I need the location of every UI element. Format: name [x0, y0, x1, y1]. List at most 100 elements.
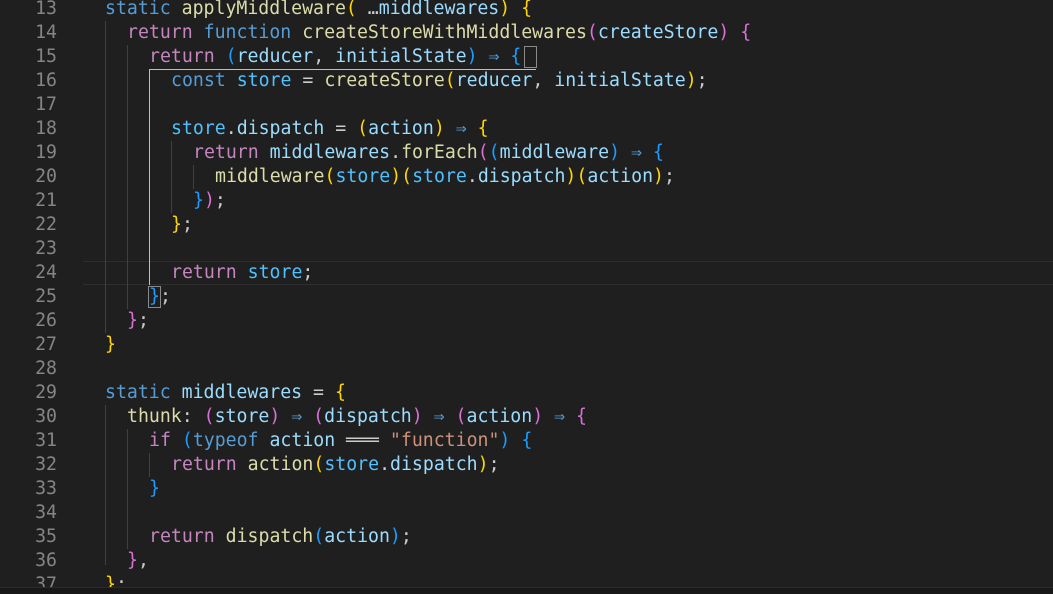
code-token: ; [302, 262, 314, 283]
line-code: const store = createStore(reducer, initi… [171, 69, 708, 93]
code-line[interactable]: 24 return store; [0, 261, 1053, 285]
line-code: }, [127, 549, 149, 573]
code-token: . [379, 454, 391, 475]
code-line[interactable]: 31 if (typeof action ═══ "function") { [0, 429, 1053, 453]
code-line[interactable]: 30 thunk: (store) ⇒ (dispatch) ⇒ (action)… [0, 405, 1053, 429]
code-token: { [477, 118, 489, 139]
code-token: ) [390, 166, 402, 187]
code-token: initialState [335, 46, 467, 67]
code-token: ) [718, 22, 730, 43]
code-token: action [466, 406, 533, 427]
code-line[interactable]: 25}; [0, 285, 1053, 309]
line-code: }; [171, 213, 193, 237]
code-line[interactable]: 20 middleware(store)(store.dispatch)(acti… [0, 165, 1053, 189]
code-token: dispatch [225, 526, 314, 547]
code-token: ) [477, 454, 489, 475]
code-token: createStore [324, 70, 445, 91]
line-code: static middlewares = { [105, 381, 346, 405]
line-code: }); [193, 189, 226, 213]
code-line[interactable]: 17 [0, 93, 1053, 117]
code-token: store [412, 166, 467, 187]
code-line[interactable]: 13 static applyMiddleware( …middlewares) … [0, 0, 1053, 21]
code-token: static [105, 0, 182, 19]
code-token: ( [181, 430, 193, 451]
line-code: return action(store.dispatch); [171, 453, 500, 477]
line-code: store.dispatch = (action) ⇒ { [171, 117, 489, 141]
code-token: ( [357, 118, 369, 139]
code-token: ) [499, 430, 511, 451]
line-number: 16 [35, 70, 57, 91]
code-token: store [214, 406, 270, 427]
horizontal-scrollbar[interactable] [0, 587, 1053, 594]
line-number: 18 [35, 118, 57, 139]
code-token: forEach [401, 142, 478, 163]
code-token: = [291, 70, 325, 91]
code-line[interactable]: 29 static middlewares = { [0, 381, 1053, 405]
code-line[interactable]: 18 store.dispatch = (action) ⇒ { [0, 117, 1053, 141]
code-token: action [269, 430, 336, 451]
code-line[interactable]: 16 const store = createStore(reducer, ini… [0, 69, 1053, 93]
code-token: dispatch [236, 118, 325, 139]
code-token: dispatch [477, 166, 566, 187]
line-number: 32 [35, 454, 57, 475]
code-line[interactable]: 19 return middlewares.forEach((middleware… [0, 141, 1053, 165]
code-token: store [335, 166, 391, 187]
code-line[interactable]: 22}; [0, 213, 1053, 237]
code-line[interactable]: 28 [0, 357, 1053, 381]
line-number: 28 [35, 358, 57, 379]
code-token: ( [225, 46, 237, 67]
code-token: } [127, 550, 138, 571]
code-token: ( [488, 142, 500, 163]
code-line[interactable]: 33} [0, 477, 1053, 501]
code-token: ( [576, 166, 588, 187]
code-token: ; [137, 310, 149, 331]
code-token: ( [203, 406, 215, 427]
code-token: = [302, 382, 335, 403]
code-line[interactable]: 26}; [0, 309, 1053, 333]
line-code: thunk: (store) ⇒ (dispatch) ⇒ (action) ⇒… [127, 405, 587, 429]
code-token: ) [565, 166, 577, 187]
code-token: middleware [499, 142, 610, 163]
code-line[interactable]: 21}); [0, 189, 1053, 213]
code-token: , [313, 46, 336, 67]
line-number: 30 [35, 406, 57, 427]
line-number: 25 [35, 286, 57, 307]
line-number: 14 [35, 22, 57, 43]
code-token: } [105, 334, 116, 355]
code-line[interactable]: 23 [0, 237, 1053, 261]
line-number: 22 [35, 214, 57, 235]
line-number: 24 [35, 262, 57, 283]
code-token: ) [532, 406, 544, 427]
code-token: ( [313, 526, 325, 547]
code-line[interactable]: 27} [0, 333, 1053, 357]
code-token: action [324, 526, 390, 547]
code-token: dispatch [390, 454, 478, 475]
code-token: ) [466, 46, 478, 67]
code-line[interactable]: 36}, [0, 549, 1053, 573]
code-line[interactable]: 35 return dispatch(action); [0, 525, 1053, 549]
code-token: ; [181, 214, 193, 235]
line-number: 27 [35, 334, 57, 355]
code-token: middlewares [181, 382, 303, 403]
code-token: , [532, 70, 555, 91]
code-token: const [171, 70, 237, 91]
code-token: ( [401, 166, 413, 187]
code-token: return [193, 142, 270, 163]
line-number: 13 [35, 0, 57, 19]
code-line[interactable]: 14 return function createStoreWithMiddlew… [0, 21, 1053, 45]
code-token: dispatch [324, 406, 412, 427]
code-line[interactable]: 15 return (reducer, initialState) ⇒ { [0, 45, 1053, 69]
code-token: applyMiddleware [181, 0, 346, 19]
code-editor[interactable]: 13 static applyMiddleware( …middlewares) … [0, 0, 1053, 594]
line-code: } [149, 477, 160, 501]
code-line[interactable]: 34 [0, 501, 1053, 525]
code-line[interactable]: 32 return action(store.dispatch); [0, 453, 1053, 477]
code-token: ; [214, 190, 226, 211]
